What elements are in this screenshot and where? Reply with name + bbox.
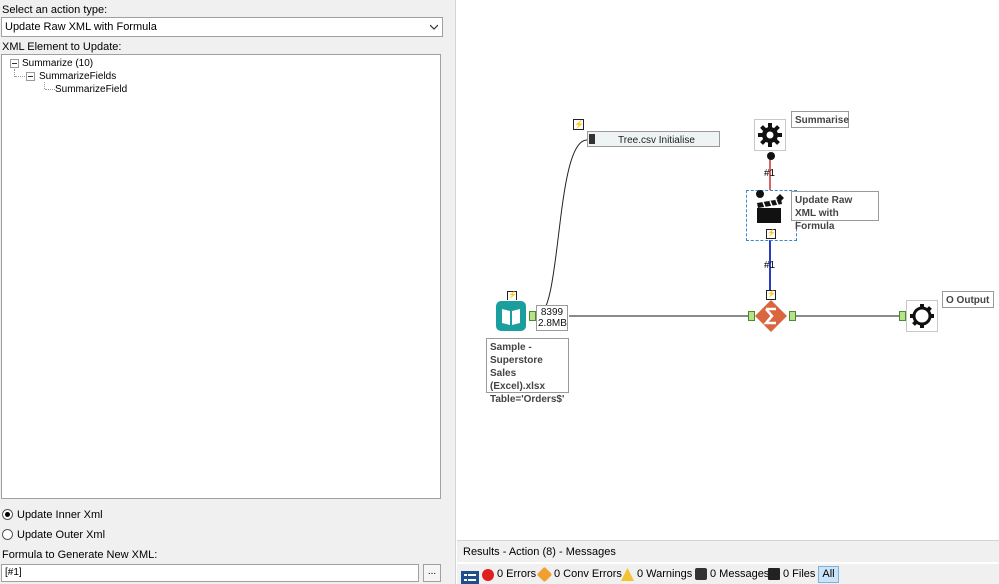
lightning-icon[interactable]: ⚡: [573, 119, 584, 130]
tree-node-summarizefield[interactable]: SummarizeField: [55, 84, 127, 95]
list-icon[interactable]: [461, 571, 479, 584]
tree-guide-line: [15, 76, 25, 77]
macro-input-icon: [589, 134, 595, 144]
formula-editor-button[interactable]: ...: [423, 564, 441, 582]
sigma-icon: [755, 300, 787, 332]
formula-label: Formula to Generate New XML:: [2, 549, 158, 561]
update-raw-xml-tool[interactable]: [754, 194, 786, 226]
message-icon: [695, 568, 707, 580]
connections-layer: [536, 139, 899, 317]
messages-filter[interactable]: 0 Messages: [710, 568, 769, 580]
tree-csv-tool-label[interactable]: Tree.csv Initialise: [587, 131, 720, 147]
collapse-icon[interactable]: [26, 72, 35, 81]
output-anchor-icon[interactable]: [789, 311, 796, 321]
results-title: Results - Action (8) - Messages: [463, 546, 616, 558]
gear-icon: [758, 123, 782, 147]
tree-node-summarizefields[interactable]: SummarizeFields: [39, 71, 116, 82]
warning-icon: [621, 568, 634, 581]
radio-outer-label[interactable]: Update Outer Xml: [17, 529, 105, 541]
xml-tree-view[interactable]: Summarize (10) SummarizeFields Summarize…: [1, 54, 441, 499]
radio-update-outer-xml[interactable]: [2, 529, 13, 540]
tree-guide-line: [44, 82, 45, 89]
action-type-value: Update Raw XML with Formula: [5, 21, 157, 33]
update-raw-xml-annotation[interactable]: Update Raw XML with Formula: [791, 191, 879, 232]
connection-label-2: #1: [764, 260, 776, 271]
connection-label-1: #1: [764, 168, 776, 179]
files-filter[interactable]: 0 Files: [783, 568, 815, 580]
data-size: 2.8MB: [538, 318, 567, 329]
workflow-canvas-area: ⚡ Tree.csv Initialise Summarise #1 ⚡ Upd…: [457, 0, 999, 584]
summarise-macro-tool[interactable]: [754, 119, 786, 151]
input-data-tool[interactable]: [495, 300, 527, 332]
chevron-down-icon[interactable]: [430, 23, 438, 31]
warnings-filter[interactable]: 0 Warnings: [637, 568, 692, 580]
output-anchor-icon[interactable]: [529, 311, 536, 321]
output-anchor-icon[interactable]: [767, 152, 775, 160]
connection-input-to-tree: [536, 139, 588, 317]
formula-input[interactable]: [#1]: [1, 564, 419, 582]
gear-output-icon: [910, 304, 934, 328]
workflow-canvas[interactable]: ⚡ Tree.csv Initialise Summarise #1 ⚡ Upd…: [457, 0, 999, 540]
lightning-icon[interactable]: ⚡: [766, 290, 776, 300]
book-icon: [496, 301, 526, 331]
results-header: Results - Action (8) - Messages: [457, 540, 999, 562]
error-icon: [482, 569, 494, 581]
action-type-dropdown[interactable]: Update Raw XML with Formula: [1, 17, 443, 37]
clapperboard-icon: [757, 194, 784, 223]
input-anchor-icon[interactable]: [899, 311, 906, 321]
input-annotation[interactable]: Sample - Superstore Sales (Excel).xlsx T…: [486, 338, 569, 405]
all-filter-button[interactable]: All: [818, 566, 839, 583]
output-annotation[interactable]: O Output: [942, 291, 994, 308]
radio-update-inner-xml[interactable]: [2, 509, 13, 520]
summarize-tool[interactable]: [755, 300, 787, 332]
record-count: 8399: [540, 307, 564, 318]
tree-guide-line: [45, 89, 55, 90]
collapse-icon[interactable]: [10, 59, 19, 68]
macro-output-tool[interactable]: [906, 300, 938, 332]
input-anchor-icon[interactable]: [748, 311, 755, 321]
lightning-icon[interactable]: ⚡: [766, 229, 776, 239]
results-status-bar: 0 Errors 0 Conv Errors 0 Warnings 0 Mess…: [457, 564, 999, 584]
save-icon: [768, 568, 780, 580]
configuration-panel: Select an action type: Update Raw XML wi…: [0, 0, 456, 584]
conv-error-icon: [536, 566, 553, 583]
summarise-annotation[interactable]: Summarise: [791, 111, 849, 128]
xml-element-label: XML Element to Update:: [2, 41, 122, 53]
action-type-label: Select an action type:: [2, 4, 108, 16]
record-count-badge: 8399 2.8MB: [536, 305, 568, 331]
tree-node-summarize[interactable]: Summarize (10): [22, 58, 93, 69]
conv-errors-filter[interactable]: 0 Conv Errors: [554, 568, 622, 580]
radio-inner-label[interactable]: Update Inner Xml: [17, 509, 103, 521]
errors-filter[interactable]: 0 Errors: [497, 568, 536, 580]
